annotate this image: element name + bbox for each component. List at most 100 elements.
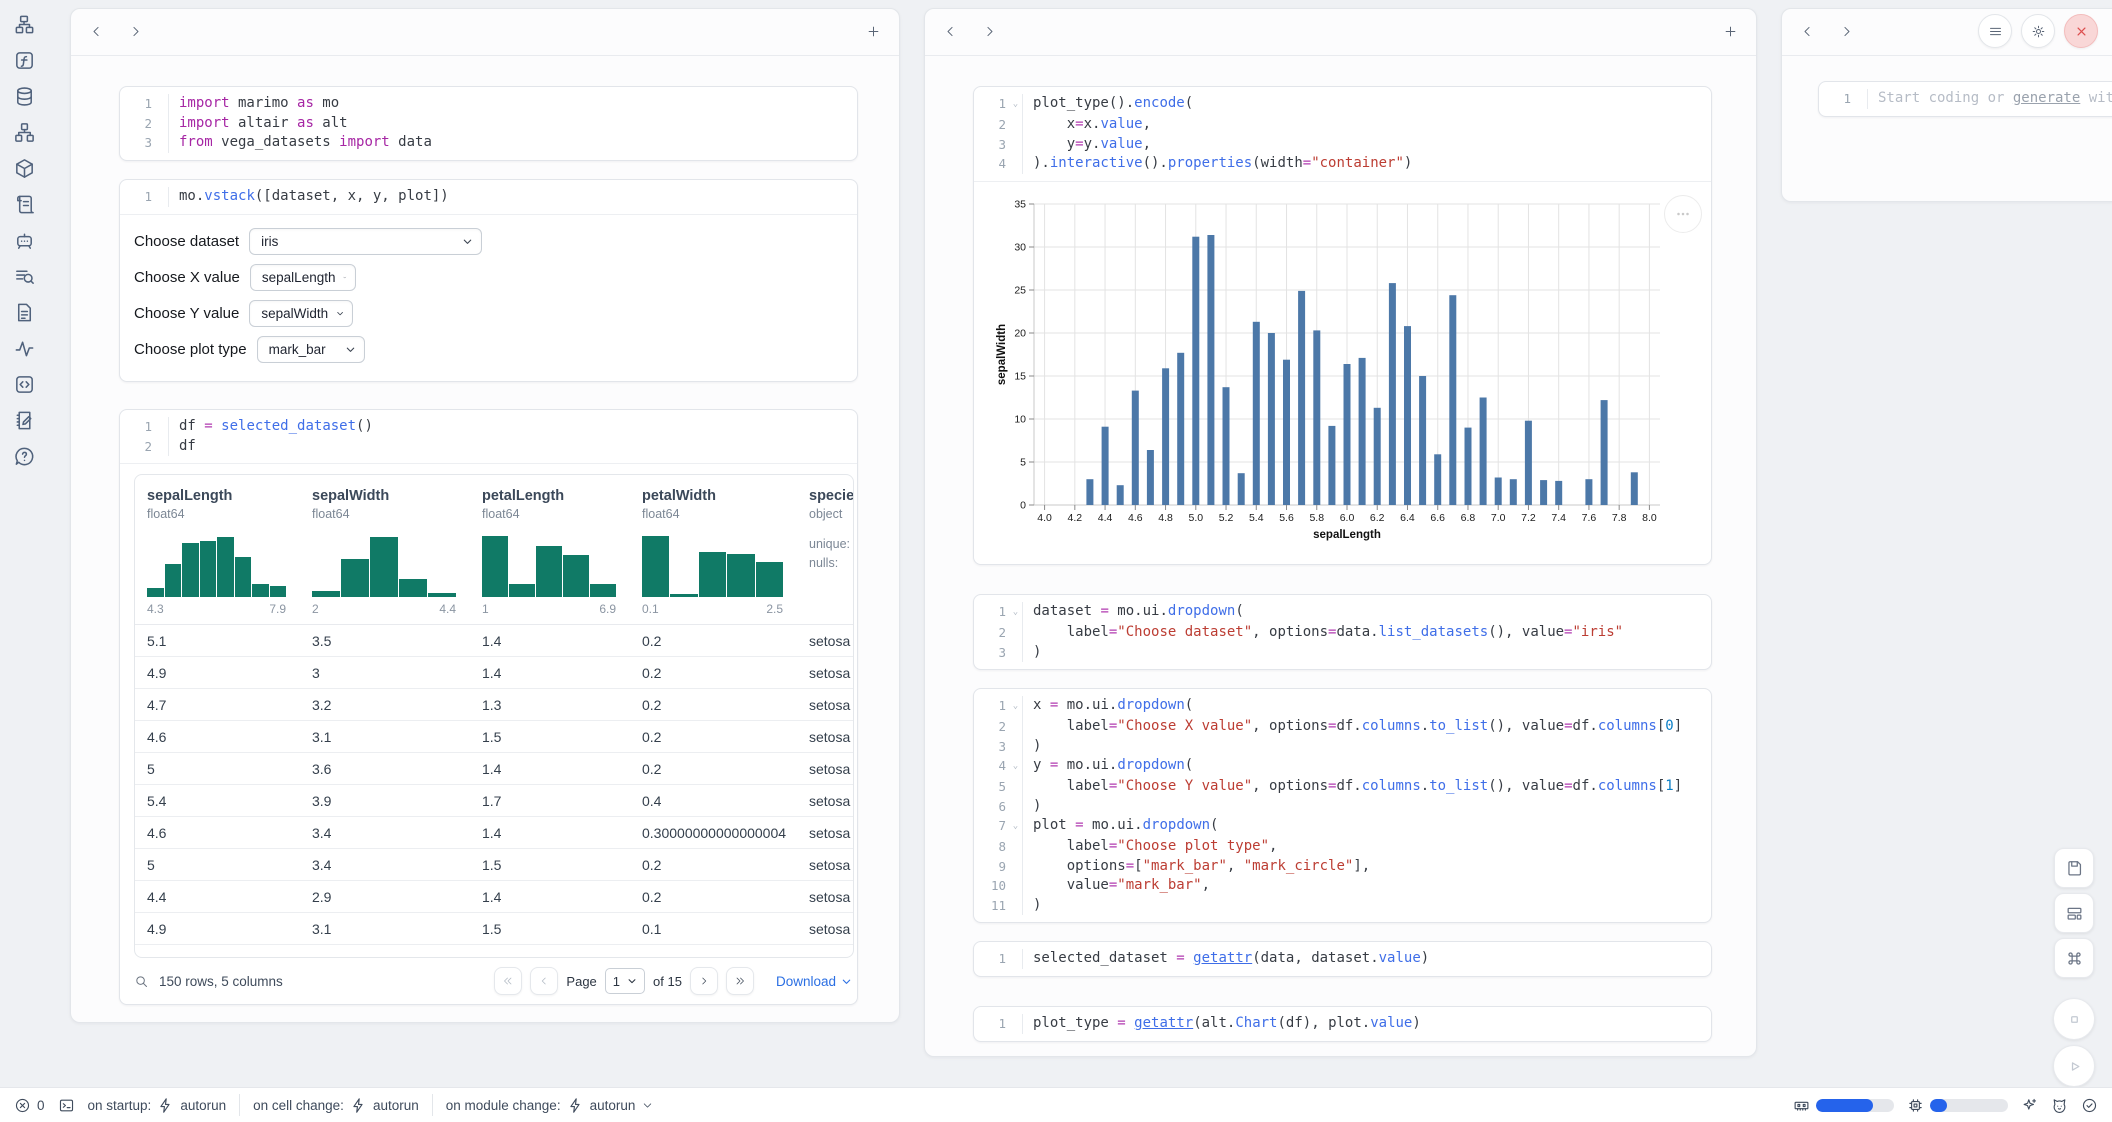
- plot-type-dropdown[interactable]: mark_bar: [257, 336, 365, 363]
- dependency-graph-icon[interactable]: [13, 121, 36, 144]
- command-palette-button[interactable]: [2054, 938, 2094, 978]
- altair-chart[interactable]: 051015202530354.04.24.44.64.85.05.25.45.…: [992, 196, 1692, 546]
- column-header[interactable]: sepalWidthfloat6424.4: [300, 475, 470, 624]
- xy-plot-dropdowns-cell[interactable]: 1⌄x = mo.ui.dropdown(2 label="Choose X v…: [973, 688, 1712, 923]
- first-page-button[interactable]: [494, 967, 522, 995]
- x-value-dropdown[interactable]: sepalLength: [250, 264, 356, 291]
- close-panel-button[interactable]: [2064, 14, 2098, 48]
- table-row[interactable]: 4.93.11.50.1setosa: [135, 913, 853, 945]
- chevron-right-icon[interactable]: [128, 24, 143, 39]
- database-icon[interactable]: [13, 85, 36, 108]
- save-button[interactable]: [2054, 848, 2094, 888]
- on-startup-config[interactable]: on startup: autorun: [88, 1097, 227, 1114]
- chevron-right-icon[interactable]: [982, 24, 997, 39]
- ai-assistant-button[interactable]: [2021, 1097, 2038, 1114]
- page-select[interactable]: 1: [605, 968, 645, 994]
- code-block-icon[interactable]: [13, 373, 36, 396]
- script-log-icon[interactable]: [13, 193, 36, 216]
- fold-marker[interactable]: ⌄: [1009, 94, 1022, 115]
- table-row[interactable]: 4.931.40.2setosa: [135, 657, 853, 689]
- help-icon[interactable]: [13, 445, 36, 468]
- column-histogram[interactable]: [312, 533, 456, 597]
- table-row[interactable]: 4.63.11.50.2setosa: [135, 721, 853, 753]
- file-tree-icon[interactable]: [13, 13, 36, 36]
- chart-options-button[interactable]: [1664, 195, 1702, 233]
- layout-toggle-button[interactable]: [2054, 893, 2094, 933]
- vstack-cell[interactable]: 1mo.vstack([dataset, x, y, plot]) Choose…: [119, 179, 858, 382]
- function-icon[interactable]: [13, 49, 36, 72]
- empty-cell[interactable]: 1 Start coding or generate with AI.: [1818, 81, 2112, 117]
- table-row[interactable]: 5.13.51.40.2setosa: [135, 625, 853, 657]
- run-button[interactable]: [2053, 1045, 2095, 1087]
- last-page-button[interactable]: [726, 967, 754, 995]
- plot-cell[interactable]: 1⌄plot_type().encode(2 x=x.value,3 y=y.v…: [973, 86, 1712, 565]
- code-editor[interactable]: 1df = selected_dataset()2df: [120, 410, 857, 463]
- settings-button[interactable]: [2021, 14, 2055, 48]
- fold-marker[interactable]: ⌄: [1009, 696, 1022, 717]
- generate-with-ai-link[interactable]: generate: [2013, 90, 2080, 106]
- prev-page-button[interactable]: [530, 967, 558, 995]
- plot-type-cell[interactable]: 1plot_type = getattr(alt.Chart(df), plot…: [973, 1006, 1712, 1042]
- code-editor[interactable]: 1import marimo as mo2import altair as al…: [120, 87, 857, 160]
- menu-button[interactable]: [1978, 14, 2012, 48]
- document-icon[interactable]: [13, 301, 36, 324]
- editor-placeholder[interactable]: Start coding or generate with AI.: [1867, 89, 2112, 109]
- memory-usage[interactable]: [1793, 1097, 1894, 1114]
- column-header[interactable]: sepalLengthfloat644.37.9: [135, 475, 300, 624]
- chart-output[interactable]: 051015202530354.04.24.44.64.85.05.25.45.…: [974, 181, 1711, 564]
- column-header[interactable]: petalLengthfloat6416.9: [470, 475, 630, 624]
- search-icon[interactable]: [134, 974, 149, 989]
- column-name: petalWidth: [642, 488, 783, 504]
- code-editor[interactable]: 1⌄dataset = mo.ui.dropdown(2 label="Choo…: [974, 595, 1711, 669]
- table-row[interactable]: 4.42.91.40.2setosa: [135, 881, 853, 913]
- code-editor[interactable]: 1mo.vstack([dataset, x, y, plot]): [120, 180, 857, 214]
- chevron-left-icon[interactable]: [89, 24, 104, 39]
- connection-status[interactable]: [2081, 1097, 2098, 1114]
- y-value-dropdown[interactable]: sepalWidth: [249, 300, 353, 327]
- on-cell-change-config[interactable]: on cell change: autorun: [253, 1097, 419, 1114]
- next-page-button[interactable]: [690, 967, 718, 995]
- on-module-change-config[interactable]: on module change: autorun: [446, 1097, 655, 1114]
- column-header[interactable]: petalWidthfloat640.12.5: [630, 475, 797, 624]
- chevron-left-icon[interactable]: [943, 24, 958, 39]
- fold-marker[interactable]: ⌄: [1009, 756, 1022, 777]
- table-row[interactable]: 4.73.21.30.2setosa: [135, 689, 853, 721]
- column-histogram[interactable]: [482, 533, 616, 597]
- table-row[interactable]: 53.41.50.2setosa: [135, 849, 853, 881]
- cpu-usage[interactable]: [1907, 1097, 2008, 1114]
- svg-text:35: 35: [1014, 198, 1026, 210]
- dataframe-cell[interactable]: 1df = selected_dataset()2df sepalLengthf…: [119, 409, 858, 1005]
- dataset-dropdown-cell[interactable]: 1⌄dataset = mo.ui.dropdown(2 label="Choo…: [973, 594, 1712, 670]
- table-row[interactable]: 4.63.41.40.30000000000000004setosa: [135, 817, 853, 849]
- code-editor[interactable]: 1⌄x = mo.ui.dropdown(2 label="Choose X v…: [974, 689, 1711, 922]
- table-row[interactable]: 53.61.40.2setosa: [135, 753, 853, 785]
- fold-marker[interactable]: ⌄: [1009, 816, 1022, 837]
- activity-icon[interactable]: [13, 337, 36, 360]
- scratchpad-icon[interactable]: [13, 409, 36, 432]
- table-cell: 5.1: [135, 633, 300, 649]
- table-row[interactable]: 5.43.91.70.4setosa: [135, 785, 853, 817]
- stop-button[interactable]: [2053, 998, 2095, 1040]
- column-histogram[interactable]: [147, 533, 286, 597]
- package-icon[interactable]: [13, 157, 36, 180]
- chat-bot-icon[interactable]: [13, 229, 36, 252]
- error-indicator[interactable]: 0: [14, 1097, 45, 1114]
- column-histogram[interactable]: [642, 533, 783, 597]
- add-cell-icon[interactable]: [1723, 24, 1738, 39]
- imports-cell[interactable]: 1import marimo as mo2import altair as al…: [119, 86, 858, 161]
- download-button[interactable]: Download: [776, 974, 852, 989]
- code-editor[interactable]: 1selected_dataset = getattr(data, datase…: [974, 942, 1711, 976]
- add-cell-icon[interactable]: [866, 24, 881, 39]
- search-list-icon[interactable]: [13, 265, 36, 288]
- fold-marker[interactable]: ⌄: [1009, 602, 1022, 623]
- terminal-button[interactable]: [58, 1097, 75, 1114]
- cat-mascot-button[interactable]: [2051, 1097, 2068, 1114]
- chevron-left-icon[interactable]: [1800, 24, 1815, 39]
- selected-dataset-cell[interactable]: 1selected_dataset = getattr(data, datase…: [973, 941, 1712, 977]
- chevron-right-icon[interactable]: [1839, 24, 1854, 39]
- row-count-summary: 150 rows, 5 columns: [159, 974, 283, 989]
- code-editor[interactable]: 1⌄plot_type().encode(2 x=x.value,3 y=y.v…: [974, 87, 1711, 181]
- dataset-dropdown[interactable]: iris: [249, 228, 482, 255]
- column-header[interactable]: speciesobjectunique:nulls:: [797, 475, 854, 624]
- code-editor[interactable]: 1plot_type = getattr(alt.Chart(df), plot…: [974, 1007, 1711, 1041]
